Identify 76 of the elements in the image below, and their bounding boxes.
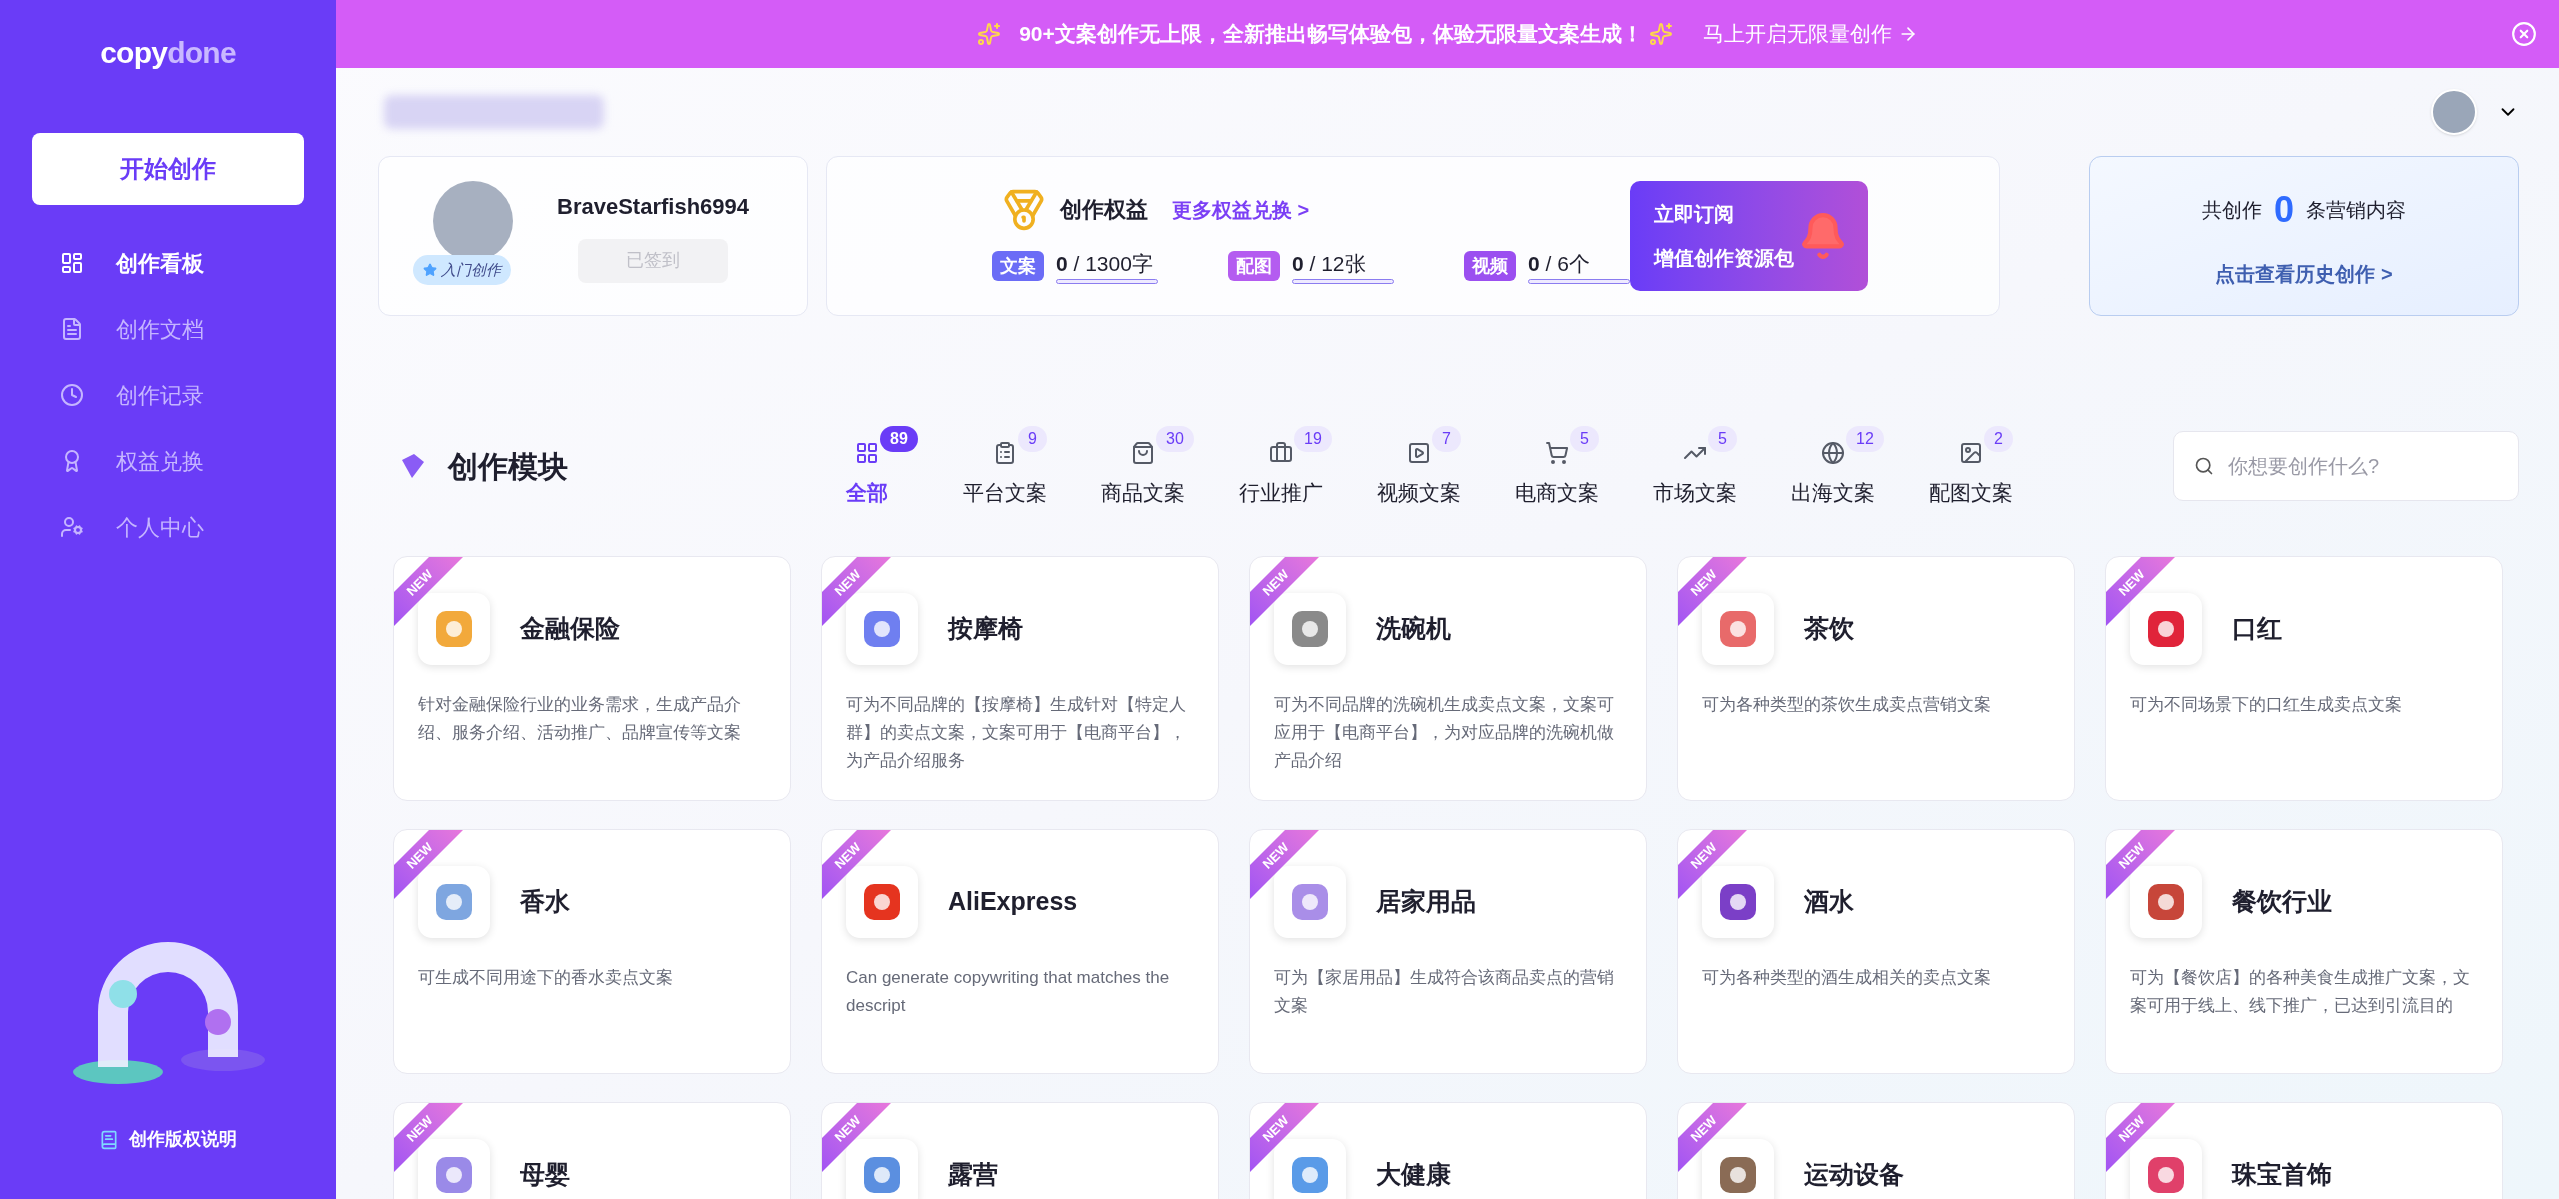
- card-title: 餐饮行业: [2232, 886, 2332, 918]
- card-title: AliExpress: [948, 886, 1078, 918]
- count-badge: 19: [1294, 426, 1332, 452]
- medal-icon: [1002, 187, 1046, 232]
- sparkle-icon: [977, 22, 1002, 46]
- card-description: 可为【餐饮店】的各种美食生成推广文案，文案可用于线上、线下推广，已达到引流目的: [2130, 967, 2471, 1017]
- card-description: 可为各种类型的酒生成相关的卖点文案: [1702, 967, 1992, 989]
- history-count: 0: [2274, 188, 2294, 232]
- more-benefits-link[interactable]: 更多权益兑换 >: [1172, 194, 1310, 225]
- search-icon: [2194, 456, 2214, 476]
- card-title: 金融保险: [520, 613, 620, 645]
- level-badge: 入门创作: [413, 255, 511, 285]
- category-icon: [1545, 440, 1569, 465]
- nav-item[interactable]: 创作看板: [60, 243, 336, 283]
- category-icon: [1959, 440, 1983, 465]
- category-icon: [993, 440, 1017, 465]
- card-description: 可为不同品牌的【按摩椅】生成针对【特定人群】的卖点文案，文案可用于【电商平台】，为产品介绍服务: [846, 694, 1187, 772]
- quota-tag: 文案: [992, 251, 1044, 281]
- count-badge: 12: [1846, 426, 1884, 452]
- count-badge: 89: [880, 426, 918, 452]
- card-description: 可为不同品牌的洗碗机生成卖点文案，文案可应用于【电商平台】，为对应品牌的洗碗机做产品介绍: [1274, 694, 1615, 772]
- quota-tag: 配图: [1228, 251, 1280, 281]
- search-input[interactable]: 你想要创作什么?: [2228, 451, 2498, 481]
- card-title: 居家用品: [1376, 886, 1476, 918]
- card-description: 可为各种类型的茶饮生成卖点营销文案: [1702, 694, 1992, 716]
- category-icon: [1269, 440, 1293, 465]
- history-label: 共创作: [2202, 198, 2262, 223]
- brand-logo: copydone: [100, 35, 236, 71]
- category-icon: [1407, 440, 1431, 465]
- quota-value: 0 / 1300字: [1056, 250, 1154, 277]
- count-badge: 30: [1156, 426, 1194, 452]
- category-icon: [855, 440, 879, 465]
- count-badge: 7: [1432, 426, 1461, 452]
- sparkle-icon: [1648, 22, 1673, 46]
- nav-icon: [60, 515, 84, 539]
- document-icon: [99, 1129, 119, 1150]
- benefits-title: 创作权益: [1060, 196, 1148, 225]
- category-icon: [1131, 440, 1155, 465]
- card-title: 母婴: [520, 1159, 570, 1191]
- card-description: Can generate copywriting that matches the descript: [846, 967, 1171, 1017]
- user-avatar[interactable]: [2431, 89, 2477, 135]
- username: BraveStarfish6994: [557, 192, 749, 221]
- card-title: 珠宝首饰: [2232, 1159, 2332, 1191]
- quota-value: 0 / 12张: [1292, 250, 1367, 277]
- promo-text: 90+文案创作无上限，全新推出畅写体验包，体验无限量文案生成！: [1019, 21, 1643, 48]
- card-title: 茶饮: [1804, 613, 1854, 645]
- category-icon: [1821, 440, 1845, 465]
- count-badge: 5: [1570, 426, 1599, 452]
- card-description: 可为【家居用品】生成符合该商品卖点的营销文案: [1274, 967, 1615, 1017]
- subscribe-button[interactable]: 立即订阅 增值创作资源包: [1630, 181, 1869, 291]
- nav-icon: [60, 317, 84, 341]
- card-title: 香水: [520, 886, 570, 918]
- close-button[interactable]: [2511, 21, 2537, 47]
- card-title: 运动设备: [1804, 1159, 1904, 1191]
- quota-value: 0 / 6个: [1528, 250, 1591, 277]
- nav-icon: [60, 383, 84, 407]
- card-title: 露营: [948, 1159, 998, 1191]
- card-title: 酒水: [1804, 886, 1854, 918]
- history-label: 条营销内容: [2306, 198, 2406, 223]
- card-title: 洗碗机: [1376, 613, 1451, 645]
- nav-icon: [60, 251, 84, 275]
- search-field[interactable]: 你想要创作什么?: [2173, 431, 2519, 501]
- count-badge: 2: [1984, 426, 2013, 452]
- count-badge: 5: [1708, 426, 1737, 452]
- card-title: 按摩椅: [948, 613, 1023, 645]
- card-title: 口红: [2232, 613, 2282, 645]
- card-description: 可生成不同用途下的香水卖点文案: [418, 967, 674, 989]
- card-title: 大健康: [1376, 1159, 1451, 1191]
- section-title: 创作模块: [448, 448, 568, 485]
- count-badge: 9: [1018, 426, 1047, 452]
- quota-tag: 视频: [1464, 251, 1516, 281]
- start-create-button[interactable]: 开始创作: [32, 133, 304, 205]
- card-description: 可为不同场景下的口红生成卖点文案: [2130, 694, 2403, 716]
- card-description: 针对金融保险行业的业务需求，生成产品介绍、服务介绍、活动推广、品牌宣传等文案: [418, 694, 742, 744]
- copyright-link[interactable]: 创作版权说明: [99, 1126, 237, 1153]
- history-link[interactable]: 点击查看历史创作 >: [2215, 259, 2393, 289]
